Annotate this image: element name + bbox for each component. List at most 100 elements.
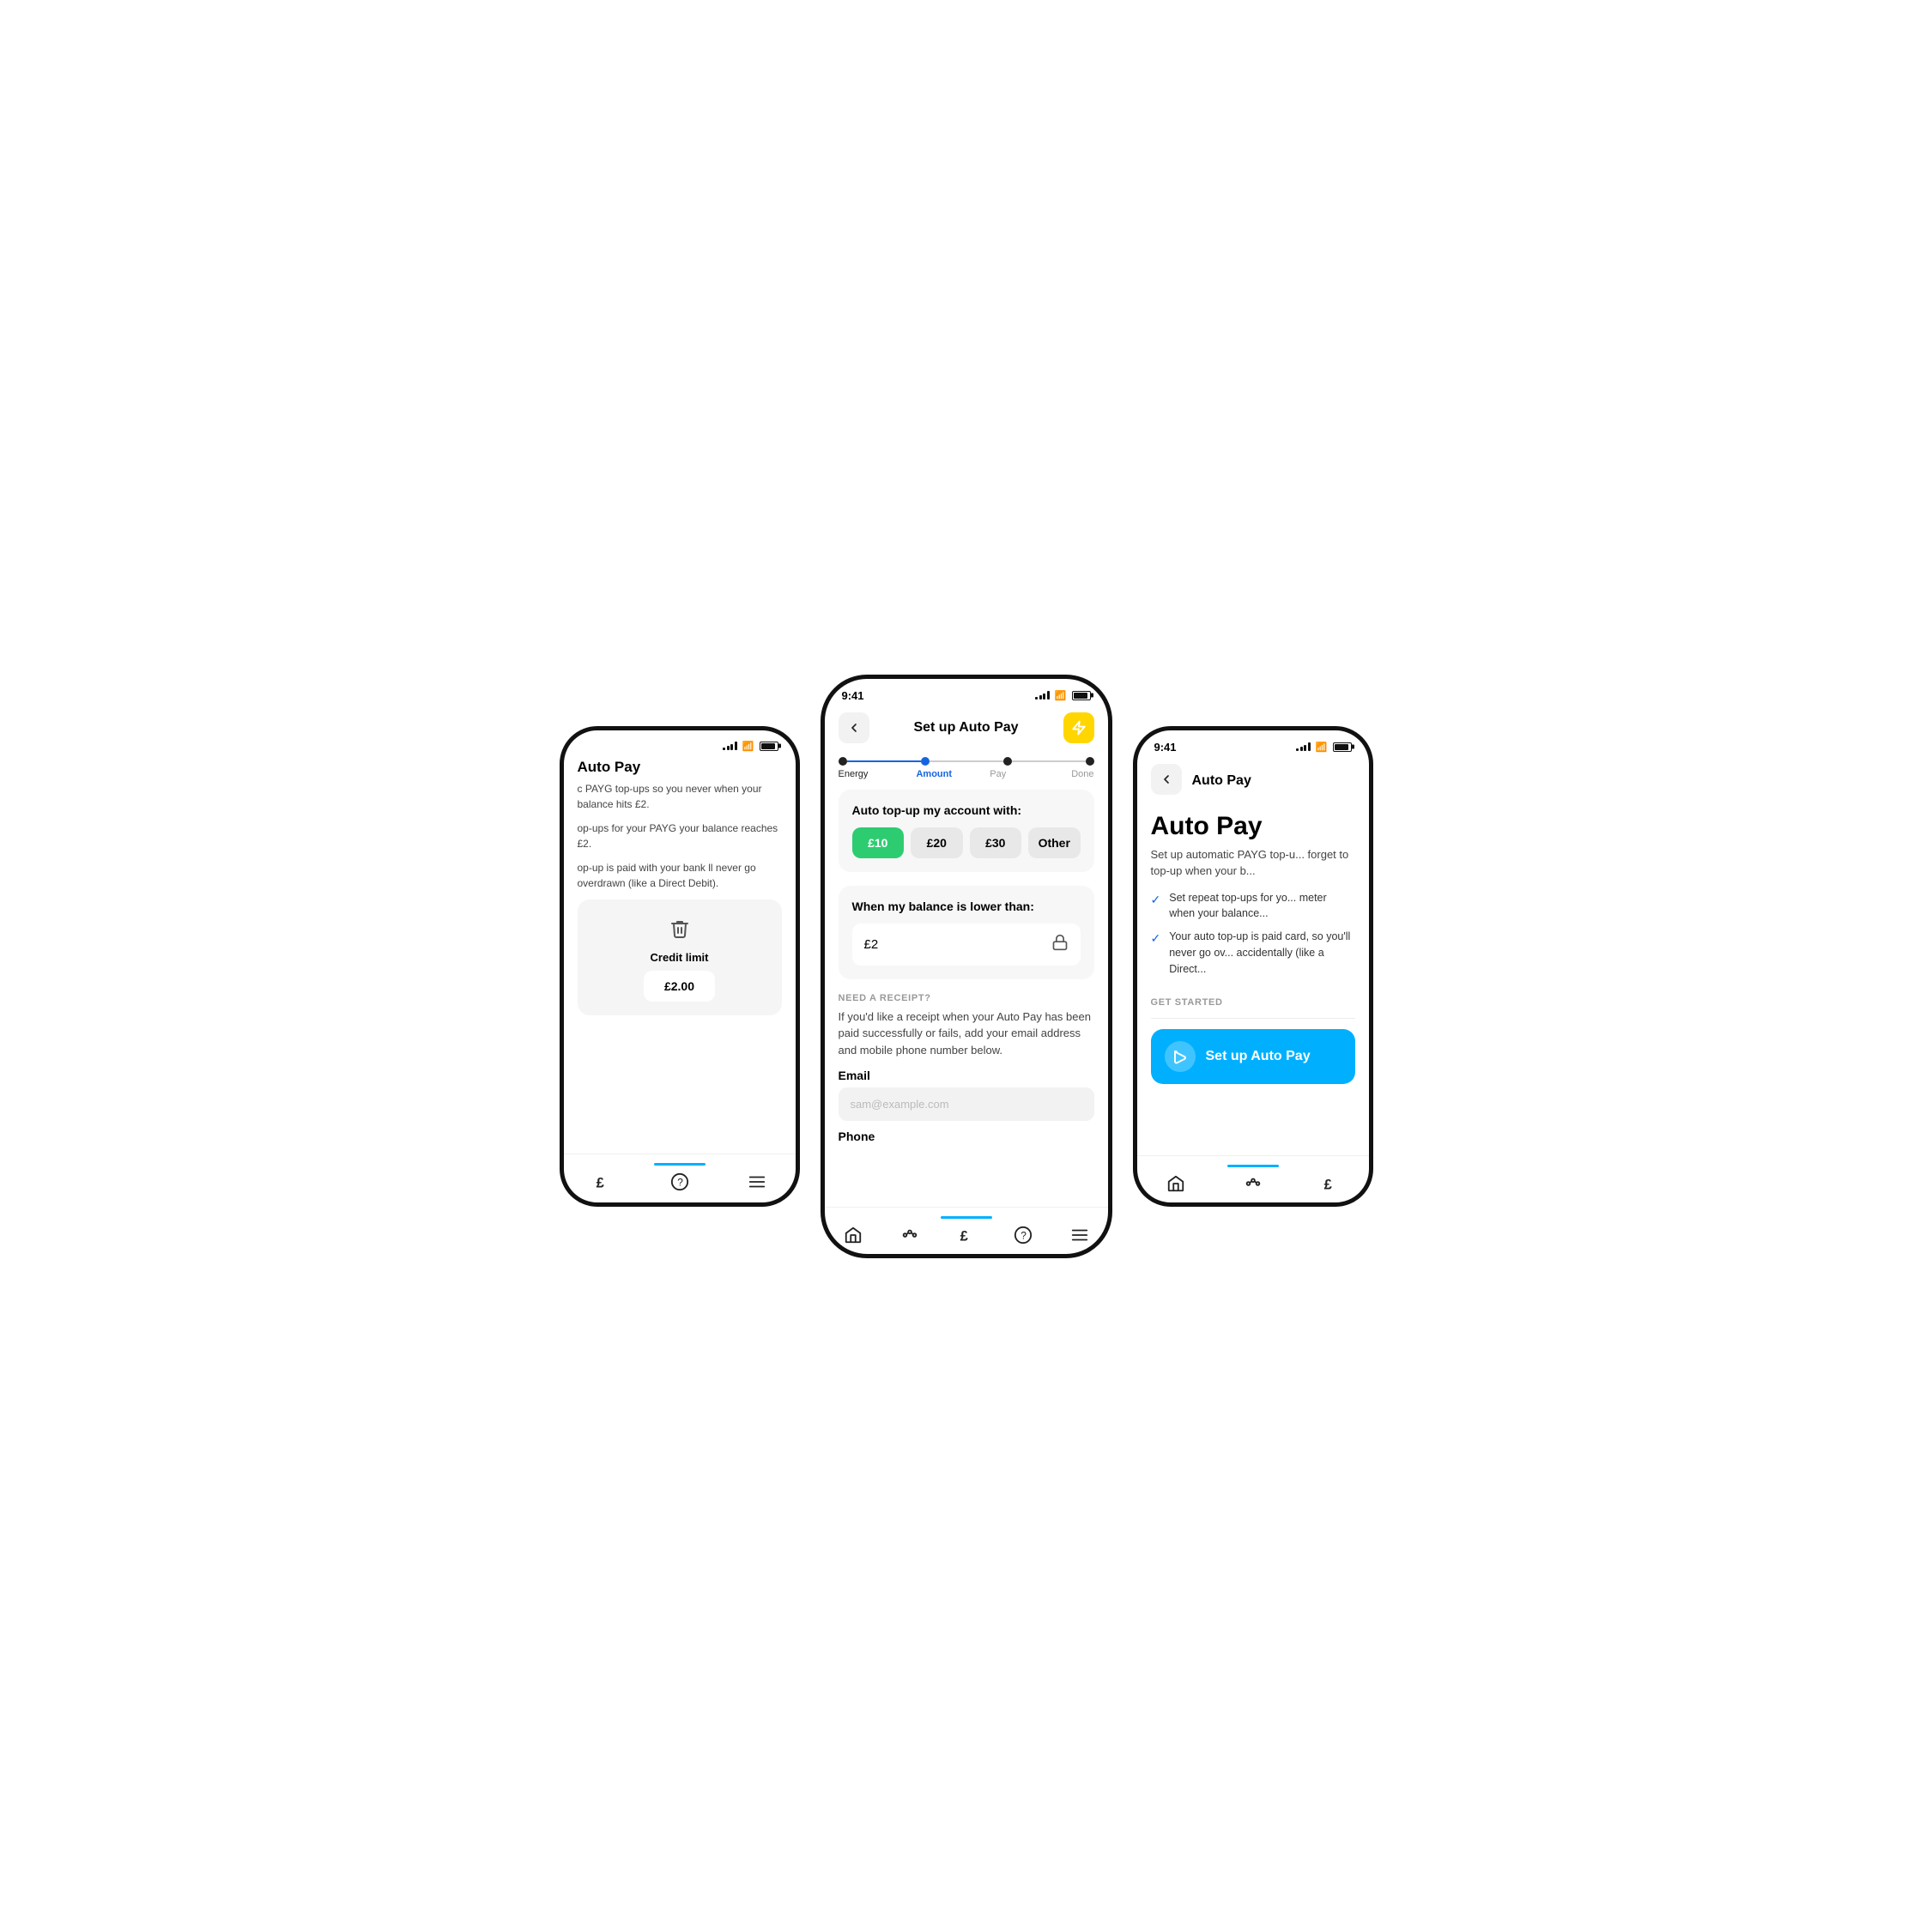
left-nav-indicator [654, 1163, 706, 1166]
topup-card: Auto top-up my account with: £10 £20 £30… [839, 790, 1094, 872]
right-status-bar: 9:41 📶 [1137, 730, 1369, 757]
check-item-1: ✓ Set repeat top-ups for yo... meter whe… [1151, 890, 1355, 923]
step-label-energy: Energy [839, 769, 903, 779]
svg-text:£: £ [1323, 1177, 1331, 1192]
center-nav-home[interactable] [844, 1226, 863, 1245]
right-signal-icon [1296, 742, 1311, 751]
center-nav-help[interactable]: ? [1014, 1226, 1033, 1245]
center-phone-content: Set up Auto Pay [825, 706, 1108, 1250]
center-action-button[interactable] [1063, 712, 1094, 743]
receipt-section: NEED A RECEIPT? If you'd like a receipt … [825, 986, 1108, 1156]
email-input[interactable]: sam@example.com [839, 1087, 1094, 1121]
nav-item-pound[interactable]: £ [593, 1172, 612, 1191]
left-desc2: op-ups for your PAYG your balance reache… [578, 821, 782, 851]
center-nav-indicator [941, 1216, 992, 1219]
right-nav-home[interactable] [1166, 1174, 1185, 1193]
center-phone: 9:41 📶 Set up Auto Pay [821, 675, 1112, 1258]
credit-limit-box: Credit limit £2.00 [578, 899, 782, 1015]
right-bottom-nav: £ [1137, 1155, 1369, 1198]
left-main: Auto Pay c PAYG top-ups so you never whe… [564, 755, 796, 1015]
step-line-3 [1012, 760, 1086, 762]
step-dot-pay [1003, 757, 1012, 766]
check-text-1: Set repeat top-ups for yo... meter when … [1169, 890, 1354, 923]
center-signal-icon [1035, 691, 1050, 700]
right-nav-pound[interactable]: £ [1321, 1174, 1340, 1193]
amount-option-other[interactable]: Other [1028, 827, 1081, 858]
lock-icon [1051, 934, 1069, 955]
left-status-icons: 📶 [723, 741, 778, 752]
left-page-title: Auto Pay [578, 759, 782, 776]
left-battery-icon [760, 742, 778, 751]
center-nav-header: Set up Auto Pay [825, 706, 1108, 750]
credit-amount: £2.00 [644, 971, 715, 1002]
balance-value: £2 [864, 937, 879, 952]
svg-text:£: £ [596, 1175, 603, 1190]
steps-labels: Energy Amount Pay Done [839, 769, 1094, 779]
left-wifi-icon: 📶 [742, 741, 754, 752]
right-nav-title: Auto Pay [1192, 773, 1251, 789]
right-nav-graph[interactable] [1244, 1174, 1263, 1193]
left-bottom-nav: £ ? [564, 1154, 796, 1196]
center-nav-menu[interactable] [1070, 1226, 1089, 1245]
step-label-amount: Amount [902, 769, 966, 779]
right-nav-indicator-wrap [1137, 1165, 1369, 1167]
steps-dots [839, 757, 1094, 766]
right-back-button[interactable] [1151, 764, 1182, 795]
right-nav-indicator [1227, 1165, 1279, 1167]
amount-options: £10 £20 £30 Other [852, 827, 1081, 858]
left-signal-icon [723, 742, 737, 750]
setup-autopay-icon [1165, 1041, 1196, 1072]
step-dot-energy [839, 757, 847, 766]
amount-option-30[interactable]: £30 [970, 827, 1022, 858]
left-desc3: op-up is paid with your bank ll never go… [578, 860, 782, 891]
center-nav-pound[interactable]: £ [957, 1226, 976, 1245]
left-desc1: c PAYG top-ups so you never when your ba… [578, 781, 782, 812]
step-dot-done [1086, 757, 1094, 766]
check-list: ✓ Set repeat top-ups for yo... meter whe… [1137, 890, 1369, 984]
amount-option-10[interactable]: £10 [852, 827, 905, 858]
center-wifi-icon: 📶 [1055, 690, 1067, 701]
step-line-1 [847, 760, 921, 762]
receipt-heading: NEED A RECEIPT? [839, 993, 1094, 1003]
topup-card-title: Auto top-up my account with: [852, 803, 1081, 817]
left-status-bar: 📶 [564, 730, 796, 755]
right-time: 9:41 [1154, 741, 1177, 754]
left-phone: 📶 Auto Pay c PAYG top-ups so you never w… [560, 726, 800, 1207]
balance-card-title: When my balance is lower than: [852, 899, 1081, 913]
center-back-button[interactable] [839, 712, 869, 743]
right-nav-header: Auto Pay [1137, 757, 1369, 805]
center-nav-indicator-wrap [825, 1216, 1108, 1219]
email-label: Email [839, 1069, 1094, 1082]
progress-steps: Energy Amount Pay Done [825, 750, 1108, 783]
credit-limit-label: Credit limit [651, 951, 709, 964]
right-page-title: Auto Pay [1137, 805, 1369, 846]
step-line-2 [930, 760, 1003, 762]
phone-label: Phone [839, 1130, 1094, 1143]
center-status-bar: 9:41 📶 [825, 679, 1108, 706]
right-header-row: Auto Pay [1151, 764, 1355, 798]
setup-autopay-label: Set up Auto Pay [1206, 1049, 1311, 1064]
step-label-done: Done [1030, 769, 1094, 779]
step-dot-amount [921, 757, 930, 766]
check-text-2: Your auto top-up is paid card, so you'll… [1169, 929, 1354, 977]
amount-option-20[interactable]: £20 [911, 827, 963, 858]
nav-item-help[interactable]: ? [670, 1172, 689, 1191]
step-label-pay: Pay [966, 769, 1031, 779]
center-nav-title: Set up Auto Pay [869, 720, 1063, 736]
nav-item-menu[interactable] [748, 1172, 766, 1191]
checkmark-icon-2: ✓ [1151, 930, 1161, 977]
right-phone-content: Auto Pay Auto Pay Set up automatic PAYG … [1137, 757, 1369, 1198]
svg-text:?: ? [677, 1176, 683, 1188]
right-phone: 9:41 📶 Auto Pay Au [1133, 726, 1373, 1207]
setup-autopay-button[interactable]: Set up Auto Pay [1151, 1029, 1355, 1084]
right-page-desc: Set up automatic PAYG top-u... forget to… [1137, 846, 1369, 880]
balance-card: When my balance is lower than: £2 [839, 886, 1094, 979]
balance-input-row: £2 [852, 924, 1081, 966]
center-nav-graph[interactable] [900, 1226, 919, 1245]
get-started-label: GET STARTED [1137, 997, 1369, 1008]
check-item-2: ✓ Your auto top-up is paid card, so you'… [1151, 929, 1355, 977]
svg-text:£: £ [960, 1228, 967, 1244]
center-time: 9:41 [842, 689, 864, 702]
divider [1151, 1018, 1355, 1019]
right-status-icons: 📶 [1296, 742, 1351, 753]
